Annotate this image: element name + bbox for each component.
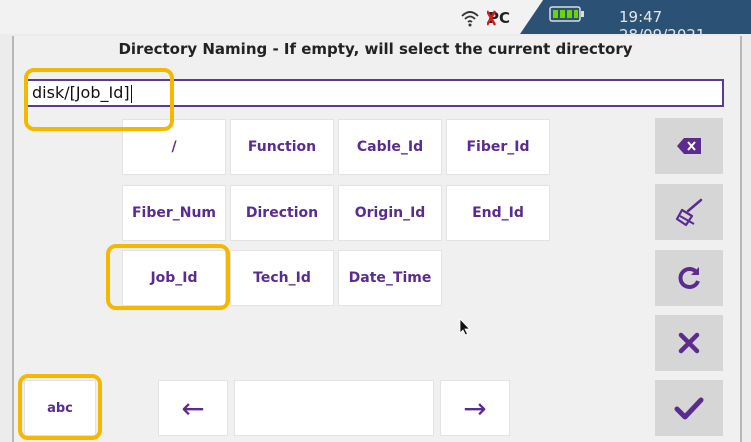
key-tech-id[interactable]: Tech_Id bbox=[230, 250, 334, 306]
wifi-icon bbox=[461, 11, 479, 27]
arrow-left-icon: ← bbox=[181, 391, 205, 425]
abc-keyboard-button[interactable]: abc bbox=[24, 380, 96, 436]
refresh-icon bbox=[678, 267, 700, 289]
close-icon bbox=[678, 332, 700, 354]
arrow-right-icon: → bbox=[463, 391, 487, 425]
spacebar-key[interactable] bbox=[234, 380, 434, 436]
cancel-button[interactable] bbox=[655, 315, 723, 371]
key-function[interactable]: Function bbox=[230, 119, 334, 175]
confirm-button[interactable] bbox=[655, 380, 723, 436]
key-fiber-id[interactable]: Fiber_Id bbox=[446, 119, 550, 175]
key-date-time[interactable]: Date_Time bbox=[338, 250, 442, 306]
reset-button[interactable] bbox=[655, 250, 723, 306]
backspace-icon bbox=[677, 138, 701, 154]
checkmark-icon bbox=[674, 397, 704, 420]
key-cable-id[interactable]: Cable_Id bbox=[338, 119, 442, 175]
directory-name-input[interactable]: disk/[Job_Id] bbox=[24, 79, 724, 107]
key-fiber-num[interactable]: Fiber_Num bbox=[122, 185, 226, 241]
key-end-id[interactable]: End_Id bbox=[446, 185, 550, 241]
key-slash[interactable]: / bbox=[122, 119, 226, 175]
key-direction[interactable]: Direction bbox=[230, 185, 334, 241]
backspace-button[interactable] bbox=[655, 118, 723, 174]
mouse-pointer-icon bbox=[459, 318, 471, 336]
text-caret bbox=[130, 84, 132, 103]
remote-icon: PC bbox=[487, 9, 510, 27]
clear-button[interactable] bbox=[655, 184, 723, 240]
cursor-right-button[interactable]: → bbox=[440, 380, 510, 436]
dialog-title: Directory Naming - If empty, will select… bbox=[118, 40, 633, 58]
status-bar: PC 19:47 28/09/2021 bbox=[0, 0, 751, 44]
battery-icon bbox=[549, 6, 584, 22]
directory-name-value: disk/[Job_Id] bbox=[32, 83, 130, 102]
status-time: 19:47 bbox=[619, 8, 663, 26]
broom-clear-icon bbox=[675, 198, 703, 227]
key-job-id[interactable]: Job_Id bbox=[122, 250, 226, 306]
key-origin-id[interactable]: Origin_Id bbox=[338, 185, 442, 241]
cursor-left-button[interactable]: ← bbox=[158, 380, 228, 436]
